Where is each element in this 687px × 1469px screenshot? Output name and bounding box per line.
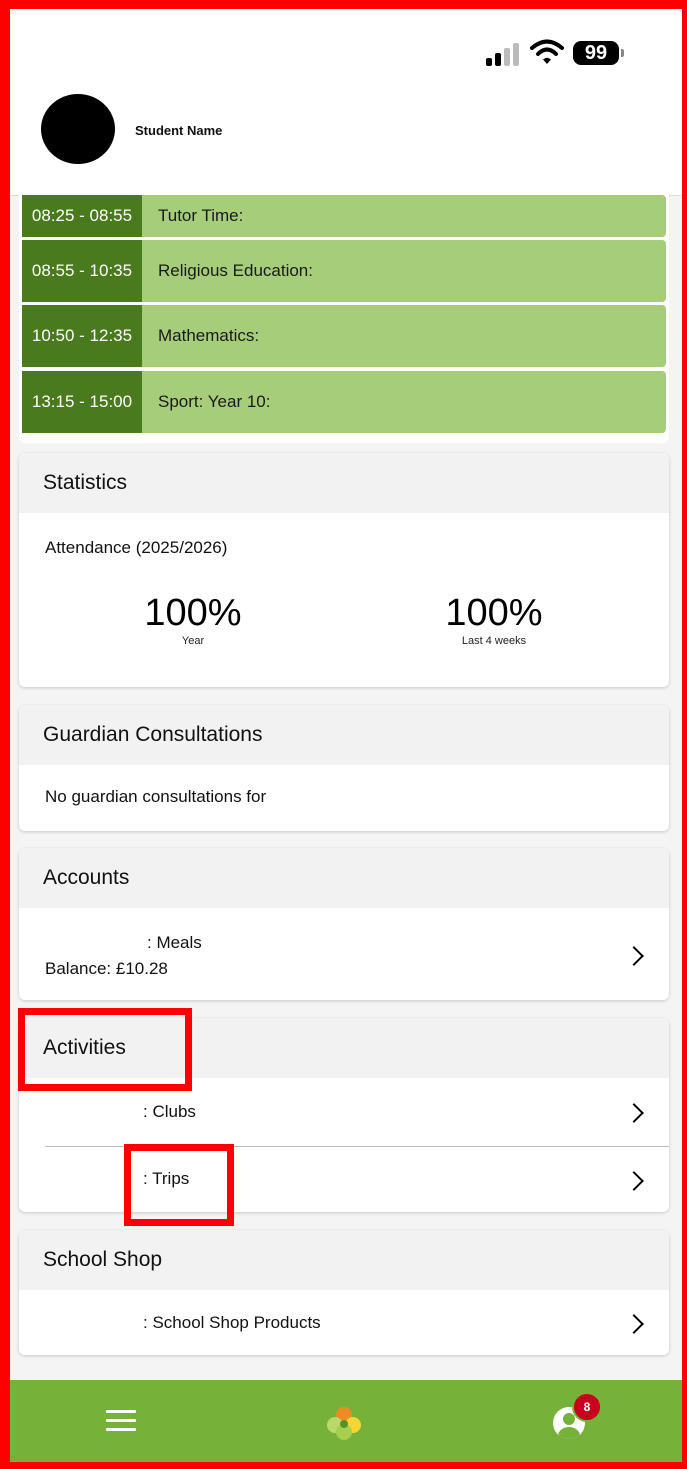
attendance-caption: Attendance (2025/2026) <box>45 538 228 557</box>
guardian-consultations-text: No guardian consultations for <box>45 787 267 806</box>
year-attendance: 100% Year <box>93 593 293 647</box>
school-shop-products-row[interactable]: : School Shop Products <box>19 1290 669 1355</box>
trips-highlight-box <box>124 1144 234 1226</box>
lesson-time: 13:15 - 15:00 <box>22 371 142 433</box>
app-logo-icon[interactable] <box>324 1404 364 1442</box>
guardian-consultations-title: Guardian Consultations <box>19 705 669 765</box>
school-shop-title: School Shop <box>19 1230 669 1290</box>
activities-highlight-box <box>18 1008 192 1091</box>
timetable-row[interactable]: 08:25 - 08:55 Tutor Time: <box>22 195 666 237</box>
chevron-right-icon <box>624 946 644 966</box>
chevron-right-icon <box>624 1171 644 1191</box>
meals-label: : Meals <box>147 933 202 952</box>
app-screen: 99 Student Name 08:25 - 08:55 Tutor Time… <box>10 9 682 1462</box>
lesson-subject: Mathematics: <box>158 326 260 345</box>
bottom-navigation: 8 <box>10 1380 682 1462</box>
year-attendance-value: 100% <box>144 592 242 634</box>
status-bar: 99 <box>10 9 682 89</box>
lesson-subject: Sport: Year 10: <box>158 392 271 411</box>
school-shop-products-label: : School Shop Products <box>143 1313 321 1332</box>
weeks-attendance: 100% Last 4 weeks <box>394 593 594 647</box>
lesson-subject: Tutor Time: <box>158 206 244 225</box>
meals-account-row[interactable]: : Meals Balance: £10.28 <box>19 908 669 1000</box>
year-attendance-label: Year <box>181 635 205 647</box>
statistics-title: Statistics <box>19 453 669 513</box>
meals-balance: Balance: £10.28 <box>45 959 168 978</box>
clubs-label: : Clubs <box>143 1102 196 1121</box>
chevron-right-icon <box>624 1314 644 1334</box>
timetable-card: 08:25 - 08:55 Tutor Time: 08:55 - 10:35 … <box>19 195 669 443</box>
cellular-signal-icon <box>486 42 522 66</box>
battery-cap <box>621 49 624 57</box>
student-avatar[interactable] <box>41 94 115 164</box>
timetable-row[interactable]: 10:50 - 12:35 Mathematics: <box>22 305 666 367</box>
battery-indicator: 99 <box>573 41 619 65</box>
student-header: Student Name <box>10 89 682 196</box>
weeks-attendance-value: 100% <box>445 592 543 634</box>
lesson-subject: Religious Education: <box>158 261 313 280</box>
lesson-time: 08:25 - 08:55 <box>22 195 142 237</box>
guardian-consultations-card: Guardian Consultations No guardian consu… <box>19 705 669 831</box>
menu-icon[interactable] <box>106 1410 136 1432</box>
school-shop-card: School Shop : School Shop Products <box>19 1230 669 1355</box>
accounts-title: Accounts <box>19 848 669 908</box>
student-name: Student Name <box>135 123 223 138</box>
statistics-card: Statistics Attendance (2025/2026) 100% Y… <box>19 453 669 687</box>
trips-row[interactable]: : Trips <box>19 1147 669 1212</box>
notification-badge: 8 <box>572 1392 602 1422</box>
accounts-card: Accounts : Meals Balance: £10.28 <box>19 848 669 1000</box>
timetable-row[interactable]: 08:55 - 10:35 Religious Education: <box>22 240 666 302</box>
lesson-time: 08:55 - 10:35 <box>22 240 142 302</box>
timetable-row[interactable]: 13:15 - 15:00 Sport: Year 10: <box>22 371 666 433</box>
lesson-time: 10:50 - 12:35 <box>22 305 142 367</box>
chevron-right-icon <box>624 1103 644 1123</box>
weeks-attendance-label: Last 4 weeks <box>461 635 527 647</box>
wifi-icon <box>530 39 564 64</box>
